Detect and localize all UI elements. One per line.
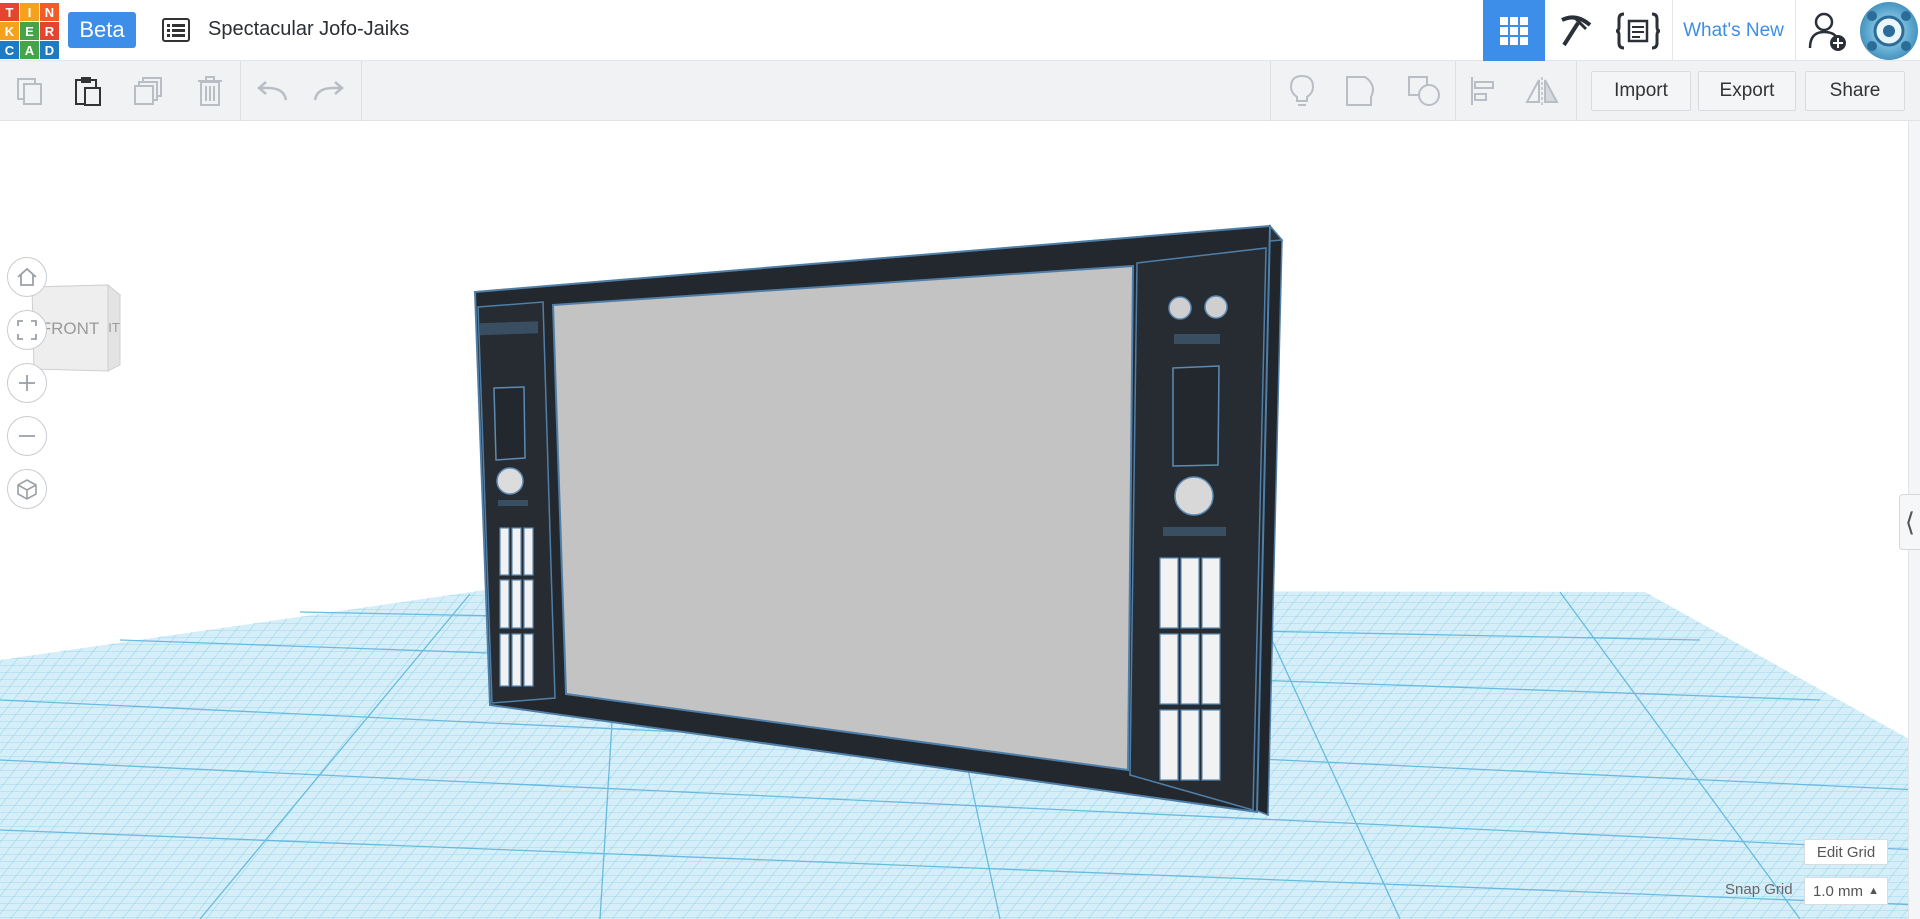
ungroup-icon — [1408, 76, 1440, 106]
left-knob — [496, 467, 524, 495]
edit-grid-button[interactable]: Edit Grid — [1804, 839, 1888, 865]
lightbulb-icon — [1289, 74, 1315, 106]
export-button[interactable]: Export — [1698, 71, 1796, 111]
duplicate-icon — [134, 77, 162, 105]
zoom-in-button[interactable] — [7, 363, 47, 403]
duplicate-button[interactable] — [127, 69, 171, 113]
logo-letter: I — [20, 3, 39, 21]
avatar-image — [1867, 11, 1911, 51]
group-button[interactable] — [1340, 69, 1384, 113]
snap-grid-select[interactable]: 1.0 mm ▲ — [1804, 877, 1888, 905]
align-icon — [1471, 77, 1494, 105]
snap-grid-value: 1.0 mm — [1813, 882, 1864, 900]
3d-workplane-viewport[interactable]: FRONT IT — [0, 121, 1920, 919]
3d-design-view-button[interactable] — [1483, 0, 1545, 61]
edit-toolbar: Import Export Share — [0, 61, 1920, 121]
logo-letter: N — [40, 3, 59, 21]
paste-button[interactable] — [66, 69, 110, 113]
trash-icon — [198, 76, 222, 106]
delete-button[interactable] — [188, 69, 232, 113]
toolbar-divider — [1270, 61, 1271, 121]
home-view-button[interactable] — [7, 257, 47, 297]
logo-letter: R — [40, 22, 59, 40]
codeblocks-view-button[interactable] — [1607, 0, 1669, 61]
copy-button[interactable] — [8, 69, 52, 113]
minus-icon — [19, 435, 35, 437]
home-icon — [17, 267, 37, 286]
pickaxe-icon — [1561, 14, 1592, 46]
toolbar-divider — [1576, 61, 1577, 121]
copy-icon — [17, 78, 42, 105]
list-icon — [162, 18, 190, 42]
blocks-view-button[interactable] — [1545, 0, 1607, 61]
zoom-out-button[interactable] — [7, 416, 47, 456]
fit-icon — [17, 320, 37, 340]
group-icon — [1346, 76, 1374, 106]
ungroup-button[interactable] — [1402, 69, 1446, 113]
chevron-left-icon: ⟨ — [1904, 506, 1916, 537]
redo-icon — [313, 81, 344, 101]
mirror-icon — [1525, 77, 1559, 105]
top-bar: T I N K E R C A D Beta Spectacular Jofo-… — [0, 0, 1920, 61]
logo-letter: E — [20, 22, 39, 40]
toolbar-divider — [1455, 61, 1456, 121]
show-all-button[interactable] — [1280, 69, 1324, 113]
share-button[interactable]: Share — [1805, 71, 1905, 111]
logo-letter: A — [20, 41, 39, 59]
logo-letter: C — [0, 41, 19, 59]
snap-grid-label: Snap Grid — [1725, 881, 1793, 898]
right-knob — [1174, 476, 1214, 516]
grid-icon — [1500, 16, 1528, 45]
design-list-button[interactable] — [159, 14, 193, 46]
right-button — [1204, 295, 1228, 319]
code-braces-icon — [1616, 12, 1660, 49]
fit-view-button[interactable] — [7, 310, 47, 350]
caret-up-icon: ▲ — [1868, 885, 1879, 897]
tinkercad-editor: T I N K E R C A D Beta Spectacular Jofo-… — [0, 0, 1920, 919]
perspective-toggle-button[interactable] — [7, 469, 47, 509]
align-button[interactable] — [1462, 69, 1506, 113]
undo-icon — [257, 81, 288, 101]
toolbar-divider — [361, 61, 362, 121]
left-panel-label — [480, 321, 538, 336]
shapes-panel-toggle[interactable]: ⟨ — [1899, 494, 1920, 550]
clipboard-icon — [75, 77, 101, 106]
redo-button[interactable] — [307, 69, 351, 113]
design-title[interactable]: Spectacular Jofo-Jaiks — [208, 18, 409, 41]
right-button — [1168, 296, 1192, 320]
import-button[interactable]: Import — [1591, 71, 1691, 111]
plus-icon — [19, 375, 35, 391]
undo-button[interactable] — [250, 69, 294, 113]
mirror-button[interactable] — [1520, 69, 1564, 113]
cube-icon — [17, 479, 37, 500]
add-user-icon — [1808, 12, 1846, 51]
beta-badge[interactable]: Beta — [68, 12, 136, 48]
workplane-scene[interactable] — [0, 121, 1920, 919]
logo-letter: K — [0, 22, 19, 40]
whats-new-link[interactable]: What's New — [1672, 0, 1794, 61]
tinkercad-logo[interactable]: T I N K E R C A D — [0, 3, 59, 59]
view-cube-side-label: IT — [108, 320, 120, 335]
logo-letter: T — [0, 3, 19, 21]
toolbar-divider — [240, 61, 241, 121]
invite-user-button[interactable] — [1795, 0, 1857, 61]
user-avatar[interactable] — [1860, 2, 1918, 60]
logo-letter: D — [40, 41, 59, 59]
view-cube-front-label: FRONT — [41, 319, 100, 338]
